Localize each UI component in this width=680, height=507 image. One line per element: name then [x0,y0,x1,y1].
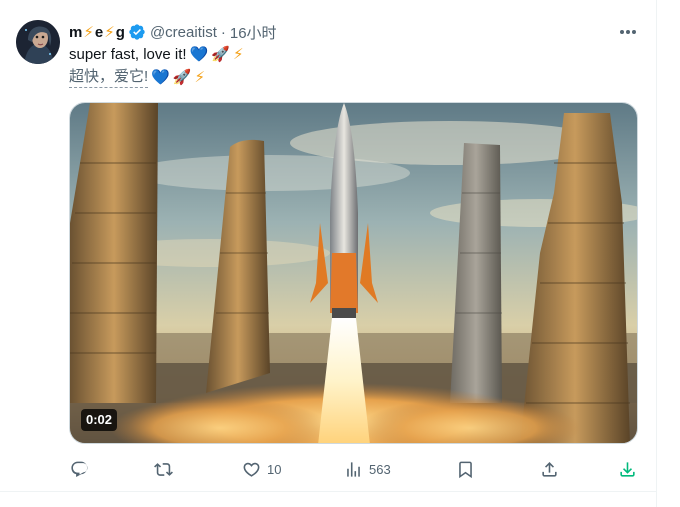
rocket-emoji: 🚀 [211,46,230,63]
like-button[interactable]: 10 [242,456,281,482]
download-icon [618,460,637,479]
timeline-border [656,0,657,507]
views-icon [344,460,363,479]
avatar[interactable] [16,20,60,64]
display-name[interactable]: m ⚡ e ⚡ g [69,23,146,41]
tweet-translation: 超快，爱它! 💙 🚀 ⚡ [69,67,206,88]
tweet-divider [0,491,657,492]
name-part-3: g [115,23,125,41]
tweet-card[interactable]: m ⚡ e ⚡ g @creaitist · 16小时 super fast, … [0,0,656,491]
download-button[interactable] [618,456,637,482]
timestamp[interactable]: 16小时 [230,22,277,43]
name-part-1: m [69,23,83,41]
author-handle[interactable]: @creaitist [150,24,217,41]
verified-icon[interactable] [128,23,146,41]
blue-heart-emoji: 💙 [151,68,170,86]
reply-icon [70,460,89,479]
rocket-emoji: 🚀 [172,68,192,86]
name-part-2: e [94,23,104,41]
like-count: 10 [267,461,282,477]
more-icon[interactable] [616,22,640,42]
lightning-icon: ⚡ [83,24,94,41]
tweet-header: m ⚡ e ⚡ g @creaitist · 16小时 [69,22,277,42]
lightning-emoji: ⚡ [232,46,244,63]
share-icon [540,460,559,479]
view-count: 563 [369,461,391,477]
views-button[interactable]: 563 [344,456,391,482]
blue-heart-emoji: 💙 [189,46,209,63]
bookmark-icon [456,460,475,479]
like-icon [242,460,261,479]
bookmark-button[interactable] [456,456,475,482]
lightning-icon: ⚡ [104,24,115,41]
tweet-text-en: super fast, love it! [69,46,187,63]
lightning-emoji: ⚡ [194,68,206,86]
video-duration: 0:02 [81,409,118,431]
share-button[interactable] [540,456,559,482]
video-player[interactable] [69,102,638,444]
tweet-text: super fast, love it! 💙 🚀 ⚡ [69,45,244,65]
reply-button[interactable] [70,456,95,482]
tweet-text-cn[interactable]: 超快，爱它! [69,67,149,88]
retweet-button[interactable] [154,456,179,482]
retweet-icon [154,460,173,479]
tweet-actions: 10 563 [66,456,646,482]
separator: · [220,23,226,41]
